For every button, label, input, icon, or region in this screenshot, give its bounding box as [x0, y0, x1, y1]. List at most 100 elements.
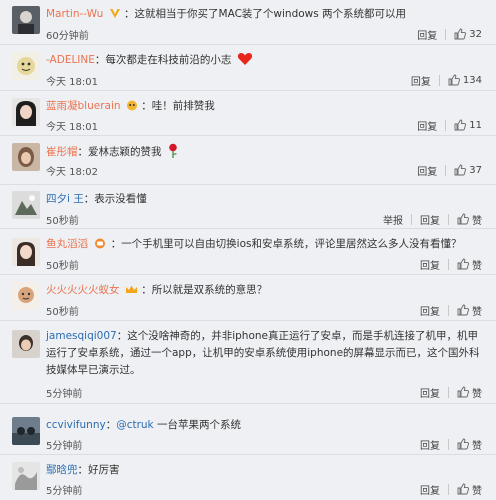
comment-text: 鄢晗兜：好厉害 — [46, 464, 120, 476]
action-divider — [448, 483, 449, 495]
thumbs-up-icon[interactable] — [454, 164, 467, 176]
comment-actions: 回复 37 — [417, 163, 482, 178]
avatar[interactable] — [12, 462, 40, 490]
action-divider — [448, 386, 449, 398]
like-label[interactable]: 赞 — [472, 482, 482, 497]
comment-item: 四夕i 王：表示没看懂 50秒前 举报 回复 赞 — [0, 184, 496, 229]
username-link[interactable]: 鄢晗兜 — [46, 464, 78, 476]
reply-button[interactable]: 回复 — [420, 385, 440, 400]
comment-text: 蓝雨凝bluerain ：哇！前排赞我 — [46, 100, 215, 112]
username-link[interactable]: -ADELINE — [46, 54, 95, 66]
avatar[interactable] — [12, 191, 40, 219]
action-divider — [448, 304, 449, 316]
like-label[interactable]: 赞 — [472, 303, 482, 318]
comment-body: 表示没看懂 — [94, 193, 147, 205]
reply-button[interactable]: 回复 — [420, 257, 440, 272]
comment-body: 所以就是双系统的意思？ — [151, 284, 268, 296]
thumbs-up-icon[interactable] — [457, 213, 469, 225]
comment-actions: 回复 32 — [417, 27, 482, 42]
username-link[interactable]: 鱼丸滔滔 — [46, 238, 88, 250]
like-count[interactable]: 32 — [469, 29, 482, 40]
comment-body: 一个手机里可以自由切换ios和安卓系统，评论里居然这么多人没有看懂？ — [121, 238, 462, 250]
report-button[interactable]: 举报 — [383, 212, 403, 227]
comment-actions: 回复 赞 — [420, 482, 482, 497]
comment-text: 鱼丸滔滔 ：一个手机里可以自由切换ios和安卓系统，评论里居然这么多人没有看懂？ — [46, 238, 462, 250]
comment-body: 哇！前排赞我 — [151, 100, 215, 112]
comment-item: jamesqiqi007：这个没啥神奇的，并非iphone真正运行了安卓，而是手… — [0, 322, 496, 404]
reply-button[interactable]: 回复 — [417, 118, 437, 133]
comment-actions: 回复 赞 — [420, 303, 482, 318]
comment-text: Martin--Wu ：这就相当于你买了MAC装了个windows 两个系统都可… — [46, 8, 407, 20]
comment-actions: 回复 赞 — [420, 257, 482, 272]
username-link[interactable]: 崔彤帽 — [46, 146, 78, 158]
like-label[interactable]: 赞 — [472, 212, 482, 227]
comment-text: 火火火火火蚁女 ：所以就是双系统的意思？ — [46, 284, 268, 296]
comment-item: 鱼丸滔滔 ：一个手机里可以自由切换ios和安卓系统，评论里居然这么多人没有看懂？… — [0, 230, 496, 275]
comment-actions: 回复 134 — [411, 73, 482, 88]
avatar[interactable] — [12, 6, 40, 34]
like-label[interactable]: 赞 — [472, 385, 482, 400]
reply-button[interactable]: 回复 — [417, 27, 437, 42]
avatar[interactable] — [12, 143, 40, 171]
comment-time: 5分钟前 — [46, 441, 83, 452]
reply-button[interactable]: 回复 — [420, 482, 440, 497]
comment-item: 火火火火火蚁女 ：所以就是双系统的意思？ 50秒前 回复 赞 — [0, 276, 496, 321]
username-link[interactable]: ccvivifunny — [46, 419, 106, 431]
action-divider — [445, 28, 447, 40]
comment-text: ccvivifunny：@ctruk 一台苹果两个系统 — [46, 419, 241, 431]
like-count[interactable]: 134 — [463, 75, 482, 86]
comment-time: 5分钟前 — [46, 486, 83, 497]
comment-actions: 回复 赞 — [420, 437, 482, 452]
comment-actions: 回复 赞 — [420, 385, 482, 400]
reply-button[interactable]: 回复 — [420, 303, 440, 318]
avatar[interactable] — [12, 52, 40, 80]
comment-body: 好厉害 — [88, 464, 120, 476]
username-link[interactable]: Martin--Wu — [46, 8, 103, 20]
avatar[interactable] — [12, 238, 40, 266]
mention-link[interactable]: @ctruk — [116, 419, 153, 431]
comment-item: Martin--Wu ：这就相当于你买了MAC装了个windows 两个系统都可… — [0, 0, 496, 45]
like-label[interactable]: 赞 — [472, 257, 482, 272]
reply-button[interactable]: 回复 — [411, 73, 431, 88]
comment-time: 50秒前 — [46, 216, 79, 227]
thumbs-up-icon[interactable] — [454, 119, 467, 131]
comment-time: 50秒前 — [46, 307, 79, 318]
comment-time: 今天 18:01 — [46, 122, 98, 133]
avatar[interactable] — [12, 330, 40, 358]
reply-button[interactable]: 回复 — [420, 437, 440, 452]
like-count[interactable]: 11 — [469, 120, 482, 131]
thumbs-up-icon[interactable] — [457, 304, 469, 316]
thumbs-up-icon[interactable] — [454, 28, 467, 40]
avatar[interactable] — [12, 98, 40, 126]
action-divider — [448, 438, 449, 450]
comment-item: ccvivifunny：@ctruk 一台苹果两个系统 5分钟前 回复 赞 — [0, 411, 496, 455]
verified-v-icon — [109, 9, 120, 18]
comment-item: 崔彤帽：爱林志颖的赞我 今天 18:02 回复 37 — [0, 137, 496, 181]
heart-emoji-icon — [237, 53, 252, 65]
thumbs-up-icon[interactable] — [457, 258, 469, 270]
avatar[interactable] — [12, 417, 40, 445]
action-divider — [411, 213, 412, 225]
comment-item: 蓝雨凝bluerain ：哇！前排赞我 今天 18:01 回复 11 — [0, 92, 496, 136]
comment-time: 5分钟前 — [46, 389, 83, 400]
username-link[interactable]: 蓝雨凝bluerain — [46, 100, 121, 112]
username-link[interactable]: 火火火火火蚁女 — [46, 284, 120, 296]
username-link[interactable]: jamesqiqi007 — [46, 330, 117, 342]
comment-text: -ADELINE：每次都走在科技前沿的小志 — [46, 52, 482, 69]
action-divider — [448, 258, 449, 270]
rose-emoji-icon — [169, 143, 177, 158]
reply-button[interactable]: 回复 — [420, 212, 440, 227]
member-badge-icon — [126, 100, 137, 111]
comment-actions: 举报 回复 赞 — [383, 212, 482, 227]
username-link[interactable]: 四夕i 王 — [46, 193, 84, 205]
comment-actions: 回复 11 — [417, 118, 482, 133]
thumbs-up-icon[interactable] — [457, 438, 469, 450]
reply-button[interactable]: 回复 — [417, 163, 437, 178]
thumbs-up-icon[interactable] — [457, 386, 469, 398]
avatar[interactable] — [12, 282, 40, 310]
member-badge-icon — [95, 238, 106, 249]
like-label[interactable]: 赞 — [472, 437, 482, 452]
thumbs-up-icon[interactable] — [457, 483, 469, 495]
thumbs-up-icon[interactable] — [448, 74, 460, 86]
like-count[interactable]: 37 — [469, 165, 482, 176]
